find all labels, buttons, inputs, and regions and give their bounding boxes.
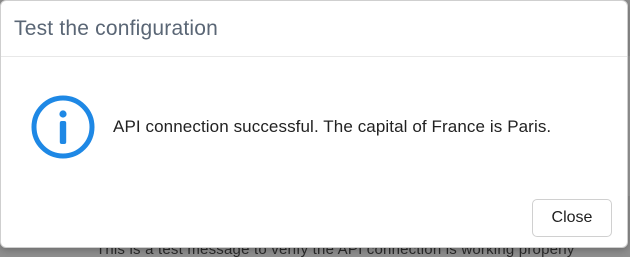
dialog-title: Test the configuration [14,16,219,40]
dialog-message: API connection successful. The capital o… [113,117,552,136]
info-icon [31,95,95,159]
close-button[interactable]: Close [532,199,612,237]
dialog-footer: Close [1,195,627,247]
test-configuration-dialog: Test the configuration API connection su… [0,0,628,248]
dialog-header: Test the configuration [1,1,627,57]
dialog-body: API connection successful. The capital o… [1,57,627,197]
